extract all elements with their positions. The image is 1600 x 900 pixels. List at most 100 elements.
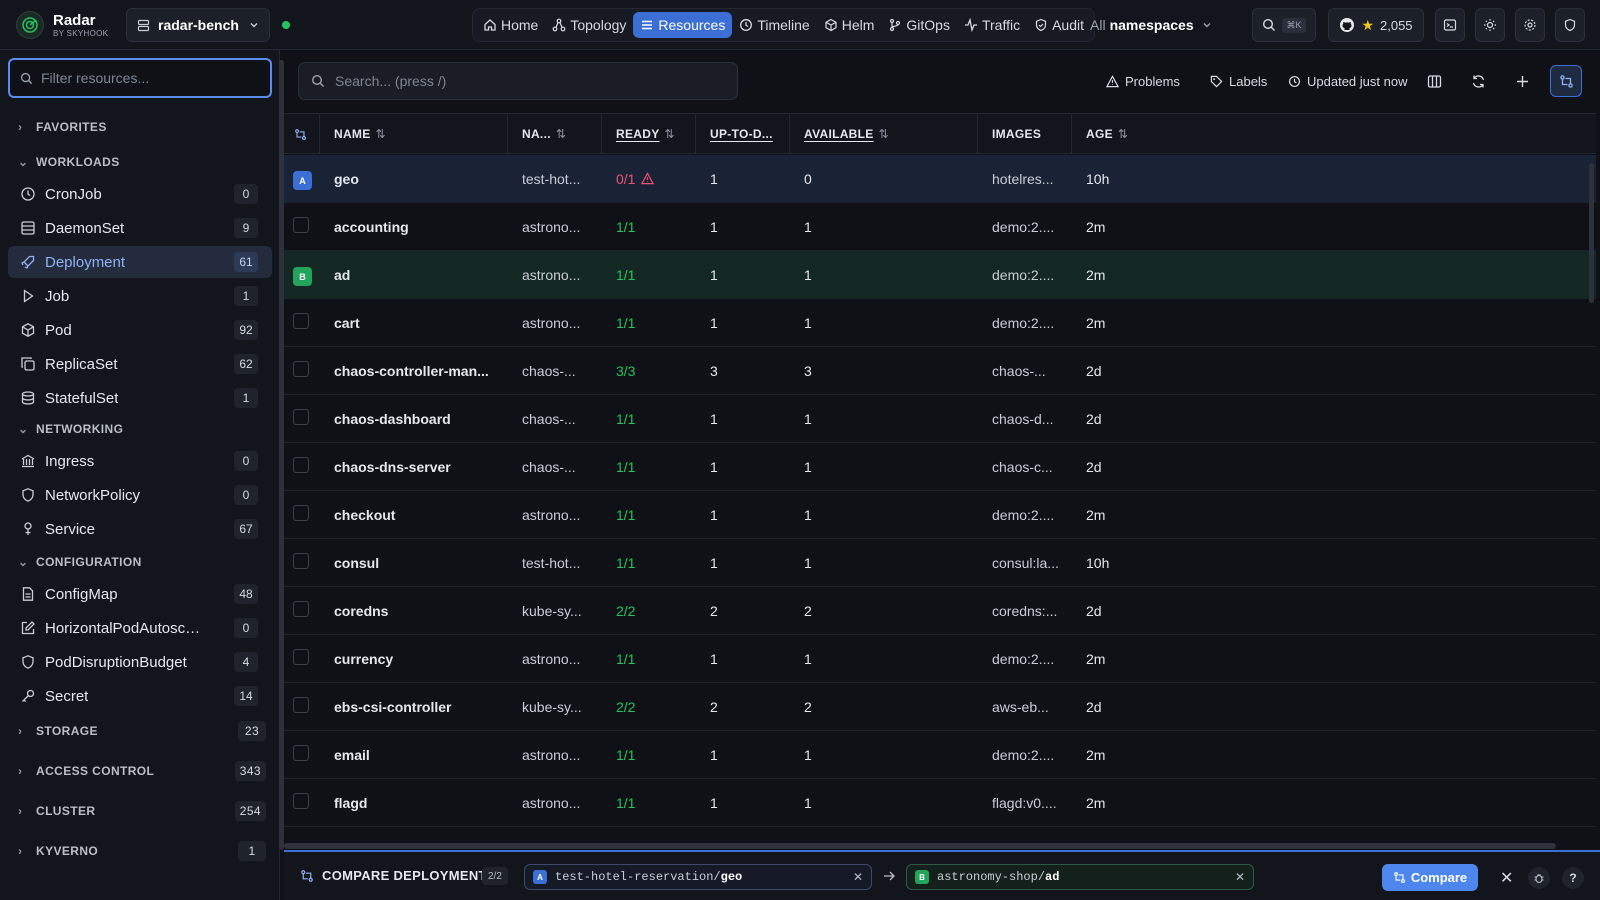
column-header-available[interactable]: AVAILABLE ⇅ <box>790 114 978 154</box>
cell-name[interactable]: consul <box>334 539 514 586</box>
column-header-age[interactable]: AGE ⇅ <box>1072 114 1596 154</box>
table-vertical-scrollbar[interactable] <box>1589 163 1594 303</box>
sidebar-item-configmap[interactable]: ConfigMap 48 <box>8 578 272 610</box>
section-storage[interactable]: › STORAGE 23 <box>0 718 279 744</box>
labels-button[interactable]: Labels <box>1210 69 1267 93</box>
cell-name[interactable]: chaos-dns-server <box>334 443 514 490</box>
nav-home[interactable]: Home <box>476 12 545 38</box>
row-select-checkbox[interactable] <box>293 745 309 761</box>
nav-helm[interactable]: Helm <box>817 12 882 38</box>
sidebar-item-deployment[interactable]: Deployment 61 <box>8 246 272 278</box>
compare-slot-b[interactable]: B astronomy-shop/ad ✕ <box>906 864 1254 890</box>
cell-name[interactable]: accounting <box>334 203 514 250</box>
namespace-selector[interactable]: All namespaces <box>1090 8 1212 42</box>
help-icon[interactable]: ? <box>1562 867 1584 889</box>
section-access-control[interactable]: › ACCESS CONTROL 343 <box>0 758 279 784</box>
sidebar-item-service[interactable]: Service 67 <box>8 513 272 545</box>
compare-slot-badge[interactable]: A <box>293 171 312 190</box>
columns-button[interactable] <box>1418 65 1450 97</box>
bug-report-button[interactable] <box>1528 867 1550 889</box>
resource-search-field[interactable] <box>298 62 738 100</box>
filter-resources-input[interactable] <box>41 70 251 86</box>
row-select-checkbox[interactable] <box>293 313 309 329</box>
filter-resources-field[interactable] <box>8 58 272 98</box>
security-button[interactable] <box>1555 8 1585 42</box>
row-select-checkbox[interactable] <box>293 505 309 521</box>
cell-name[interactable]: email <box>334 731 514 778</box>
row-select-checkbox[interactable] <box>293 361 309 377</box>
sidebar-item-hpa[interactable]: HorizontalPodAutoscal... 0 <box>8 612 272 644</box>
sidebar-item-cronjob[interactable]: CronJob 0 <box>8 178 272 210</box>
nav-gitops[interactable]: GitOps <box>881 12 957 38</box>
row-select-checkbox[interactable] <box>293 793 309 809</box>
table-row[interactable]: email astrono... 1/1 1 1 demo:2.... 2m <box>284 731 1596 779</box>
nav-audit[interactable]: Audit <box>1027 12 1091 38</box>
close-compare-icon[interactable]: ✕ <box>1500 868 1513 888</box>
cell-name[interactable]: currency <box>334 635 514 682</box>
cell-name[interactable]: ad <box>334 251 514 298</box>
sidebar-item-statefulset[interactable]: StatefulSet 1 <box>8 382 272 414</box>
cell-name[interactable]: ebs-csi-controller <box>334 683 514 730</box>
settings-button[interactable] <box>1515 8 1545 42</box>
row-select-checkbox[interactable] <box>293 409 309 425</box>
section-kyverno[interactable]: › KYVERNO 1 <box>0 838 279 864</box>
sidebar-item-pod[interactable]: Pod 92 <box>8 314 272 346</box>
table-row[interactable]: Ageo test-hot... 0/1 1 0 hotelres... 10h <box>284 155 1596 203</box>
terminal-button[interactable] <box>1435 8 1465 42</box>
problems-button[interactable]: Problems <box>1106 69 1180 93</box>
column-header-ready[interactable]: READY ⇅ <box>602 114 696 154</box>
github-stars-button[interactable]: ★ 2,055 <box>1328 8 1424 42</box>
app-logo[interactable]: Radar BY SKYHOOK <box>16 11 108 39</box>
cell-name[interactable]: coredns <box>334 587 514 634</box>
table-row[interactable]: chaos-dns-server chaos-... 1/1 1 1 chaos-c...… <box>284 443 1596 491</box>
sidebar-item-replicaset[interactable]: ReplicaSet 62 <box>8 348 272 380</box>
table-row[interactable]: flagd astrono... 1/1 1 1 flagd:v0.... 2m <box>284 779 1596 827</box>
cell-name[interactable]: chaos-controller-man... <box>334 347 514 394</box>
sidebar-item-networkpolicy[interactable]: NetworkPolicy 0 <box>8 479 272 511</box>
table-row[interactable]: chaos-dashboard chaos-... 1/1 1 1 chaos-d... 2… <box>284 395 1596 443</box>
row-select-checkbox[interactable] <box>293 697 309 713</box>
table-row[interactable]: ebs-csi-controller kube-sy... 2/2 2 2 aws-eb.… <box>284 683 1596 731</box>
table-row[interactable]: chaos-controller-man... chaos-... 3/3 3 3 cha… <box>284 347 1596 395</box>
nav-resources[interactable]: Resources <box>633 12 733 38</box>
column-header-name[interactable]: NAME ⇅ <box>320 114 508 154</box>
add-resource-button[interactable] <box>1506 65 1538 97</box>
column-header-namespace[interactable]: NA... ⇅ <box>508 114 602 154</box>
close-icon[interactable]: ✕ <box>1235 870 1245 884</box>
sidebar-item-daemonset[interactable]: DaemonSet 9 <box>8 212 272 244</box>
sidebar-item-poddisruptionbudget[interactable]: PodDisruptionBudget 4 <box>8 646 272 678</box>
compare-slot-badge[interactable]: B <box>293 267 312 286</box>
cell-name[interactable]: flagd <box>334 779 514 826</box>
section-cluster[interactable]: › CLUSTER 254 <box>0 798 279 824</box>
table-row[interactable]: Bad astrono... 1/1 1 1 demo:2.... 2m <box>284 251 1596 299</box>
nav-timeline[interactable]: Timeline <box>732 12 816 38</box>
cell-name[interactable]: checkout <box>334 491 514 538</box>
refresh-button[interactable] <box>1462 65 1494 97</box>
cluster-selector[interactable]: radar-bench <box>126 8 270 42</box>
sidebar-item-job[interactable]: Job 1 <box>8 280 272 312</box>
table-row[interactable]: cart astrono... 1/1 1 1 demo:2.... 2m <box>284 299 1596 347</box>
nav-topology[interactable]: Topology <box>545 12 633 38</box>
table-row[interactable]: accounting astrono... 1/1 1 1 demo:2.... 2m <box>284 203 1596 251</box>
theme-toggle-button[interactable] <box>1475 8 1505 42</box>
table-row[interactable]: currency astrono... 1/1 1 1 demo:2.... 2m <box>284 635 1596 683</box>
row-select-checkbox[interactable] <box>293 553 309 569</box>
sidebar-item-ingress[interactable]: Ingress 0 <box>8 445 272 477</box>
table-row[interactable]: consul test-hot... 1/1 1 1 consul:la... 10h <box>284 539 1596 587</box>
section-workloads[interactable]: ⌄ WORKLOADS <box>0 149 279 175</box>
row-select-checkbox[interactable] <box>293 601 309 617</box>
row-select-checkbox[interactable] <box>293 649 309 665</box>
section-networking[interactable]: ⌄ NETWORKING <box>0 416 279 442</box>
column-header-uptodate[interactable]: UP-TO-D... <box>696 114 790 154</box>
close-icon[interactable]: ✕ <box>853 870 863 884</box>
resource-search-input[interactable] <box>335 73 715 89</box>
table-row[interactable]: coredns kube-sy... 2/2 2 2 coredns:... 2d <box>284 587 1596 635</box>
cell-name[interactable]: chaos-dashboard <box>334 395 514 442</box>
row-select-checkbox[interactable] <box>293 217 309 233</box>
section-configuration[interactable]: ⌄ CONFIGURATION <box>0 549 279 575</box>
section-favorites[interactable]: › FAVORITES <box>0 114 279 140</box>
table-horizontal-scrollbar[interactable] <box>284 843 1556 849</box>
row-select-checkbox[interactable] <box>293 457 309 473</box>
column-header-images[interactable]: IMAGES <box>978 114 1072 154</box>
compare-mode-toggle[interactable] <box>1550 65 1582 97</box>
